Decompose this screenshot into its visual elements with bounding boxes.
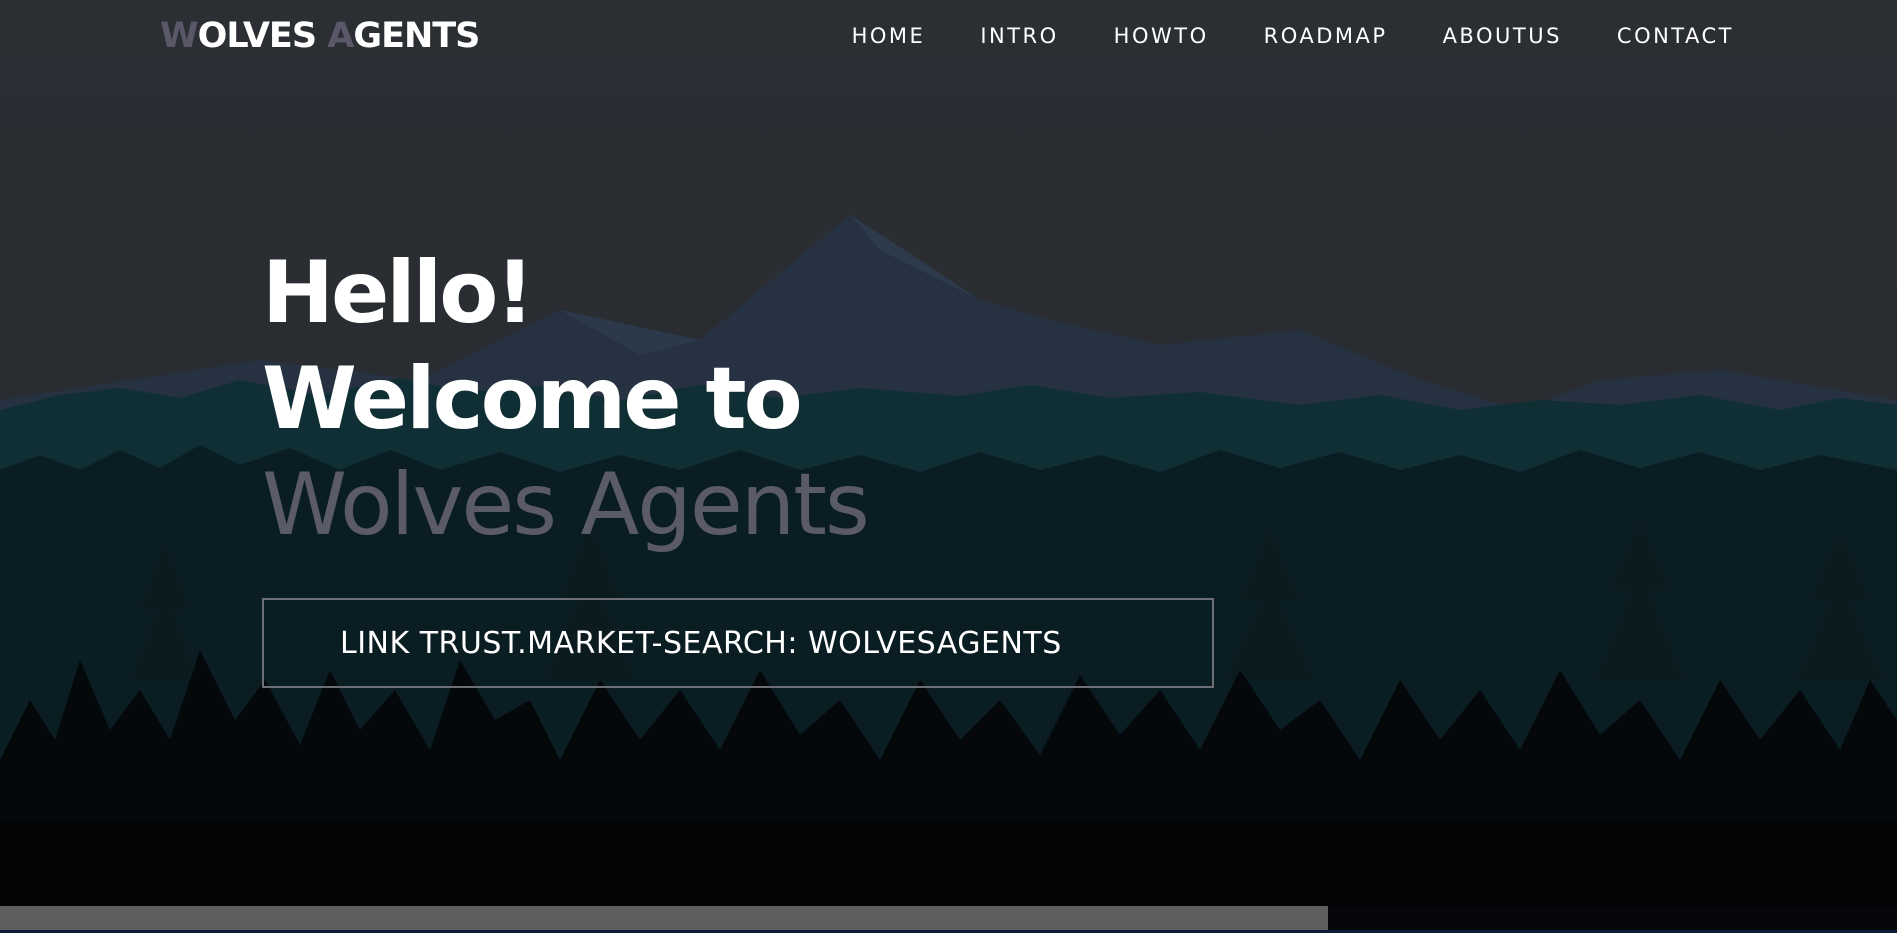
- hero-heading: Hello! Welcome to Wolves Agents: [262, 240, 870, 558]
- nav-aboutus[interactable]: ABOUTUS: [1443, 24, 1562, 48]
- logo-text-olves: OLVES: [197, 16, 317, 56]
- hero-brand: Wolves Agents: [262, 455, 870, 555]
- nav-howto[interactable]: HOWTO: [1114, 24, 1209, 48]
- logo-initial-w: W: [160, 16, 199, 56]
- page: WOLVES AGENTS HOME INTRO HOWTO ROADMAP A…: [0, 0, 1897, 933]
- hero-greeting: Hello!: [262, 243, 535, 343]
- logo-initial-a: A: [327, 16, 354, 56]
- logo-text-gents: GENTS: [353, 16, 480, 56]
- nav-intro[interactable]: INTRO: [980, 24, 1058, 48]
- nav-contact[interactable]: CONTACT: [1617, 24, 1734, 48]
- scroll-progress-fill: [0, 906, 1328, 930]
- trust-market-link-button[interactable]: LINK TRUST.MARKET-SEARCH: WOLVESAGENTS: [262, 598, 1214, 688]
- scroll-progress-bar: [0, 906, 1897, 930]
- trust-market-link-label: LINK TRUST.MARKET-SEARCH: WOLVESAGENTS: [340, 625, 1062, 661]
- logo[interactable]: WOLVES AGENTS: [160, 16, 480, 56]
- hero-welcome: Welcome to: [262, 349, 803, 449]
- nav-home[interactable]: HOME: [852, 24, 926, 48]
- nav-roadmap[interactable]: ROADMAP: [1264, 24, 1388, 48]
- main-nav: HOME INTRO HOWTO ROADMAP ABOUTUS CONTACT: [797, 24, 1734, 48]
